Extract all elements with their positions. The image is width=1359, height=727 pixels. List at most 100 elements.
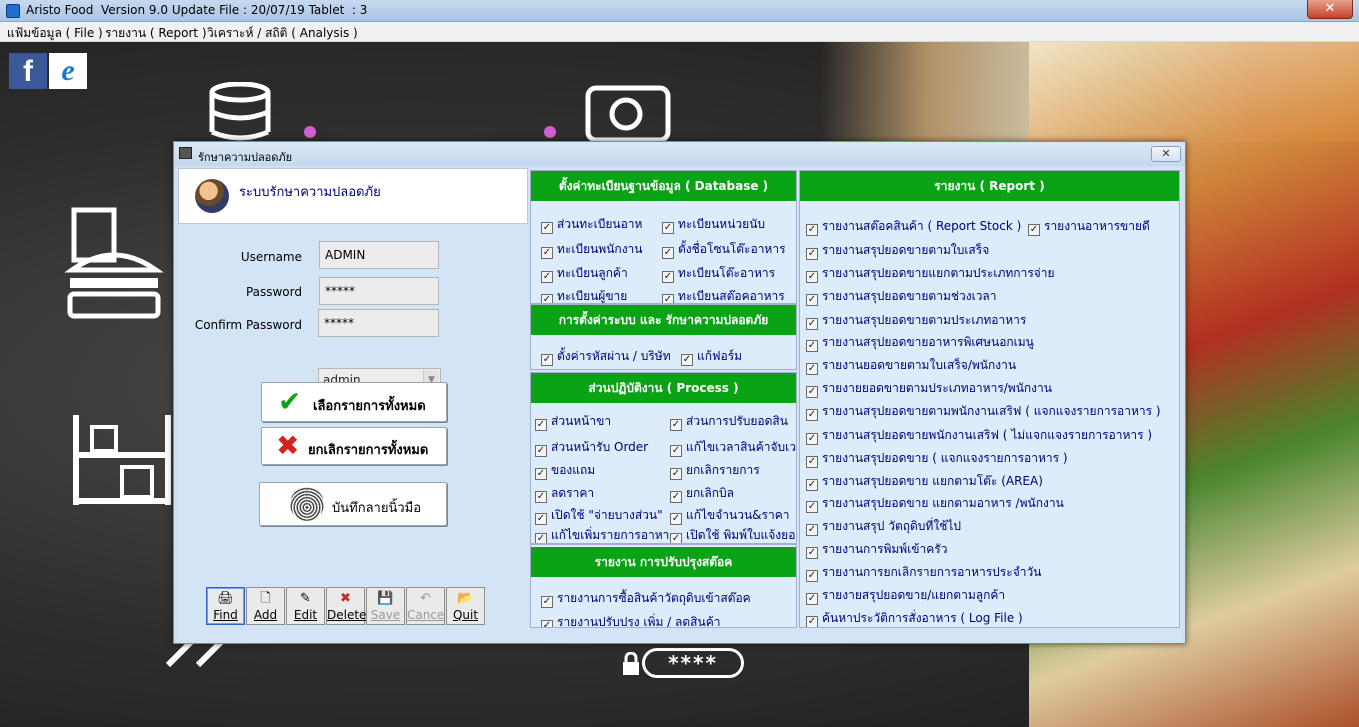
delete-button[interactable]: ✖ Delete [326, 587, 367, 625]
undo-icon: ↶ [420, 591, 431, 606]
pin-badge: **** [642, 648, 744, 678]
fingerprint-icon [290, 487, 324, 521]
confirm-password-label: Confirm Password [194, 318, 302, 332]
checkbox-report-8[interactable]: ✓ รายงานสรุปยอดขายตามพนักงานเสริฟ ( แจกแจ… [806, 402, 1161, 421]
checkbox-report-1[interactable]: ✓ รายงานสรุปยอดขายตามใบเสร็จ [806, 241, 989, 260]
warehouse-shelf-icon [73, 415, 171, 505]
checkbox-proc-1[interactable]: ✓ ส่วนหน้ารับ Order [535, 438, 670, 457]
edit-icon: ✎ [300, 591, 311, 606]
checkbox-db-customer[interactable]: ✓ ทะเบียนลูกค้า [541, 264, 661, 283]
dialog-close-button[interactable]: ✕ [1151, 146, 1181, 162]
facebook-icon[interactable]: f [9, 53, 47, 89]
dialog-title: รักษาความปลอดภัย [198, 151, 293, 164]
checkbox-db-table-zone[interactable]: ✓ ตั้งชื่อโซนโต๊ะอาหาร [662, 240, 796, 259]
checkbox-report-2[interactable]: ✓ รายงานสรุปยอดขายแยกตามประเภทการจ่าย [806, 264, 1055, 283]
select-all-button[interactable]: ✔ เลือกรายการทั้งหมด [261, 382, 447, 422]
checkbox-proc-6[interactable]: ✓ ส่วนการปรับยอดสิน [670, 412, 796, 431]
checkbox-report-11[interactable]: ✓ รายงานสรุปยอดขาย แยกตามโต๊ะ (AREA) [806, 472, 1043, 491]
checkbox-db-unit[interactable]: ✓ ทะเบียนหน่วยนับ [662, 215, 796, 234]
save-button[interactable]: 💾 Save [366, 587, 405, 625]
checkbox-db-table[interactable]: ✓ ทะเบียนโต๊ะอาหาร [662, 264, 796, 283]
quit-label: Quit [452, 608, 479, 622]
internet-explorer-icon[interactable]: e [49, 53, 87, 89]
checkbox-proc-3[interactable]: ✓ ลดราคา [535, 484, 670, 503]
password-field[interactable]: ***** [319, 277, 439, 305]
folder-icon: 📂 [457, 591, 474, 606]
checkbox-report-17[interactable]: ✓ ค้นหาประวัติการสั่งอาหาร ( Log File ) [806, 609, 1023, 627]
dialog-app-icon [179, 147, 192, 159]
checkbox-proc-5[interactable]: ✓ แก้ไขเพิ่มรายการอาหา [535, 526, 670, 543]
check-icon: ✔ [278, 385, 302, 418]
find-button[interactable]: 🖨 Find [206, 587, 245, 625]
checkbox-proc-10[interactable]: ✓ แก้ไขจำนวน&ราคา [670, 506, 796, 525]
checkbox-db-seller[interactable]: ✓ ทะเบียนผู้ขาย [541, 287, 661, 303]
lock-icon [623, 652, 639, 675]
report-panel-title: รายงาน ( Report ) [800, 171, 1179, 201]
checkbox-report-5[interactable]: ✓ รายงานสรุปยอดขายอาหารพิเศษนอกเมนู [806, 333, 1034, 352]
checkbox-proc-8[interactable]: ✓ ยกเลิกรายการ [670, 461, 796, 480]
window-title: Aristo Food Version 9.0 Update File : 20… [26, 3, 368, 17]
checkbox-sys-form[interactable]: ✓ แก้ฟอร์ม [681, 347, 742, 366]
system-panel: การตั้งค่าระบบ และ รักษาความปลอดภัย ✓ ตั้… [530, 304, 797, 370]
security-header-label: ระบบรักษาความปลอดภัย [239, 185, 381, 200]
username-field[interactable]: ADMIN [319, 241, 439, 269]
checkbox-report-stock[interactable]: ✓ รายงานสต๊อคสินค้า ( Report Stock ) [806, 217, 1021, 236]
database-panel: ตั้งค่าทะเบียนฐานข้อมูล ( Database ) ✓ ส่… [530, 170, 797, 304]
fingerprint-button[interactable]: บันทึกลายนิ้วมือ [259, 482, 447, 526]
menu-file[interactable]: แฟ้มข้อมูล ( File ) [7, 24, 103, 43]
window-close-button[interactable]: ✕ [1307, 0, 1353, 19]
checkbox-sys-password[interactable]: ✓ ตั้งค่ารหัสผ่าน / บริษัท [541, 347, 671, 366]
checkbox-report-10[interactable]: ✓ รายงานสรุปยอดขาย ( แจกแจงรายการอาหาร ) [806, 449, 1068, 468]
checkbox-stock-1[interactable]: ✓ รายงานปรับปรุง เพิ่ม / ลดสินค้า [541, 613, 720, 627]
checkbox-db-food[interactable]: ✓ ส่วนทะเบียนอาห [541, 215, 661, 234]
menubar: แฟ้มข้อมูล ( File ) รายงาน ( Report ) วิ… [0, 22, 1359, 42]
checkbox-report-3[interactable]: ✓ รายงานสรุปยอดขายตามช่วงเวลา [806, 287, 997, 306]
find-label: Find [213, 608, 238, 622]
edit-button[interactable]: ✎ Edit [286, 587, 325, 625]
cancel-all-label: ยกเลิกรายการทั้งหมด [308, 443, 429, 458]
checkbox-report-6[interactable]: ✓ รายงานยอดขายตามใบเสร็จ/พนักงาน [806, 356, 1016, 375]
checkbox-report-12[interactable]: ✓ รายงานสรุปยอดขาย แยกตามอาหาร /พนักงาน [806, 494, 1064, 513]
quit-button[interactable]: 📂 Quit [446, 587, 485, 625]
checkbox-proc-11[interactable]: ✓ เปิดใช้ พิมพ์ใบแจ้งยอด [670, 526, 796, 543]
checkbox-proc-0[interactable]: ✓ ส่วนหน้าขา [535, 412, 670, 431]
checkbox-report-16[interactable]: ✓ รายงายสรุปยอดขาย/แยกตามลูกค้า [806, 586, 1005, 605]
delete-label: Delete [327, 608, 367, 622]
dialog-body: ระบบรักษาความปลอดภัย Username ADMIN Pass… [178, 168, 1182, 642]
checkbox-report-7[interactable]: ✓ รายงายยอดขายตามประเภทอาหาร/พนักงาน [806, 379, 1052, 398]
database-panel-title: ตั้งค่าทะเบียนฐานข้อมูล ( Database ) [531, 171, 796, 201]
checkbox-db-employee[interactable]: ✓ ทะเบียนพนักงาน [541, 240, 661, 259]
add-label: Add [253, 608, 278, 622]
stock-panel-title: รายงาน การปรับปรุงสต๊อค [531, 547, 796, 577]
password-label: Password [245, 285, 302, 299]
fastfood-icon [64, 207, 164, 319]
checkbox-report-13[interactable]: ✓ รายงานสรุป วัตถุดิบที่ใช้ไป [806, 517, 961, 536]
checkbox-report-14[interactable]: ✓ รายงานการพิมพ์เข้าครัว [806, 540, 947, 559]
cancel-all-button[interactable]: ✖ ยกเลิกรายการทั้งหมด [261, 427, 447, 465]
database-icon [209, 82, 271, 141]
close-icon: ✕ [1324, 1, 1336, 16]
add-button[interactable]: 🗋 Add [246, 587, 285, 625]
cancel-button[interactable]: ↶ Cance [406, 587, 445, 625]
system-panel-title: การตั้งค่าระบบ และ รักษาความปลอดภัย [531, 305, 796, 335]
checkbox-stock-0[interactable]: ✓ รายงานการซื้อสินค้าวัตถุดิบเข้าสต๊อค [541, 589, 751, 608]
menu-analysis[interactable]: วิเคราะห์ / สถิติ ( Analysis ) [207, 24, 358, 43]
fingerprint-label: บันทึกลายนิ้วมือ [332, 501, 422, 516]
user-security-icon [195, 179, 229, 213]
checkbox-report-9[interactable]: ✓ รายงานสรุปยอดขายพนักงานเสริฟ ( ไม่แจกแจ… [806, 426, 1152, 445]
checkbox-report-bestseller[interactable]: ✓ รายงานอาหารขายดี [1028, 217, 1150, 236]
checkbox-db-stock[interactable]: ✓ ทะเบียนสต๊อคอาหาร [662, 287, 796, 303]
checkbox-proc-2[interactable]: ✓ ของแถม [535, 461, 670, 480]
checkbox-proc-4[interactable]: ✓ เปิดใช้ "จ่ายบางส่วน" [535, 506, 670, 525]
checkbox-report-4[interactable]: ✓ รายงานสรุปยอดขายตามประเภทอาหาร [806, 311, 1026, 330]
checkbox-proc-7[interactable]: ✓แก้ไขเวลาสินค้าจับเวลา [670, 438, 796, 457]
window-titlebar: Aristo Food Version 9.0 Update File : 20… [0, 0, 1359, 22]
connector-line [304, 126, 556, 138]
app-icon [6, 4, 20, 18]
checkbox-proc-9[interactable]: ✓ ยกเลิกบิล [670, 484, 796, 503]
confirm-password-field[interactable]: ***** [318, 309, 439, 337]
menu-report[interactable]: รายงาน ( Report ) [105, 24, 207, 43]
report-panel: รายงาน ( Report ) ✓ รายงานสต๊อคสินค้า ( R… [799, 170, 1180, 628]
security-dialog: รักษาความปลอดภัย ✕ ระบบรักษาความปลอดภัย … [173, 141, 1186, 644]
checkbox-report-15[interactable]: ✓ รายงานการยกเลิกรายการอาหารประจำวัน [806, 563, 1041, 582]
